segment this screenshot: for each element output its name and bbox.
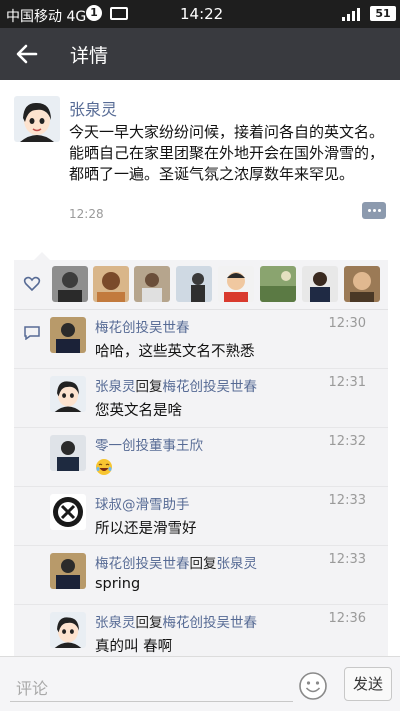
comment-text: spring [95, 576, 141, 592]
comment-item[interactable]: 球叔@滑雪助手 12:33 所以还是滑雪好 [14, 487, 388, 546]
liker-avatar[interactable] [176, 266, 212, 302]
reply-word: 回复 [135, 615, 163, 631]
emoji-button-icon[interactable] [298, 671, 328, 701]
commenter-avatar[interactable] [50, 435, 86, 471]
reply-target[interactable]: 梅花创投吴世春 [163, 615, 258, 631]
reply-word: 回复 [189, 556, 217, 572]
post-author[interactable]: 张泉灵 [69, 96, 117, 120]
carrier-label: 中国移动 4G [6, 9, 87, 25]
comment-time: 12:33 [328, 552, 366, 567]
comment-item[interactable]: 梅花创投吴世春 12:30 哈哈，这些英文名不熟悉 [14, 310, 388, 369]
comment-text: 哈哈，这些英文名不熟悉 [95, 344, 255, 360]
comment-time: 12:36 [328, 611, 366, 626]
comment-author-line: 张泉灵回复梅花创投吴世春 [95, 611, 257, 631]
page-title: 详情 [70, 45, 109, 67]
comment-author[interactable]: 张泉灵 [95, 379, 136, 395]
commenter-avatar[interactable] [50, 612, 86, 648]
more-actions-button[interactable] [362, 202, 386, 219]
comment-author-line: 张泉灵回复梅花创投吴世春 [95, 375, 257, 395]
comment-item[interactable]: 梅花创投吴世春回复张泉灵 12:33 spring [14, 546, 388, 605]
clock: 14:22 [180, 5, 224, 23]
comment-author-line: 梅花创投吴世春回复张泉灵 [95, 552, 257, 572]
likes-row [14, 260, 388, 310]
comment-text: 所以还是滑雪好 [95, 521, 197, 537]
reply-target[interactable]: 张泉灵 [217, 556, 258, 572]
comment-author[interactable]: 球叔@滑雪助手 [95, 497, 190, 513]
liker-avatar[interactable] [302, 266, 338, 302]
comment-text [95, 458, 113, 476]
commenter-avatar[interactable] [50, 494, 86, 530]
title-bar: 详情 [0, 28, 400, 80]
author-avatar[interactable] [14, 96, 60, 142]
post-time: 12:28 [69, 207, 104, 221]
comment-author-line: 零一创投董事王欣 [95, 434, 203, 454]
panel-caret [34, 252, 50, 260]
comment-author-line: 球叔@滑雪助手 [95, 493, 190, 513]
liker-avatar[interactable] [93, 266, 129, 302]
send-button[interactable]: 发送 [344, 667, 392, 701]
comment-input[interactable]: 评论 [10, 667, 293, 702]
signal-icon [342, 8, 360, 21]
comment-author[interactable]: 零一创投董事王欣 [95, 438, 203, 454]
comment-time: 12:33 [328, 493, 366, 508]
liker-avatar[interactable] [260, 266, 296, 302]
comment-author[interactable]: 张泉灵 [95, 615, 136, 631]
heart-icon [23, 276, 41, 292]
laughing-emoji-icon [96, 459, 112, 475]
comment-time: 12:32 [328, 434, 366, 449]
liker-avatar[interactable] [52, 266, 88, 302]
commenter-avatar[interactable] [50, 376, 86, 412]
liker-avatar[interactable] [344, 266, 380, 302]
commenter-avatar[interactable] [50, 553, 86, 589]
mail-icon [110, 7, 128, 20]
reply-word: 回复 [135, 379, 163, 395]
comment-item[interactable]: 零一创投董事王欣 12:32 [14, 428, 388, 487]
comment-text: 真的叫 春啊 [95, 639, 173, 655]
comment-text: 您英文名是啥 [95, 403, 182, 419]
comment-author-line: 梅花创投吴世春 [95, 316, 190, 336]
reply-target[interactable]: 梅花创投吴世春 [163, 379, 258, 395]
comment-item[interactable]: 张泉灵回复梅花创投吴世春 12:31 您英文名是啥 [14, 369, 388, 428]
status-bar: 中国移动 4G 1 14:22 51 [0, 0, 400, 28]
comment-time: 12:31 [328, 375, 366, 390]
liker-avatar[interactable] [218, 266, 254, 302]
liker-avatar[interactable] [134, 266, 170, 302]
comment-author[interactable]: 梅花创投吴世春 [95, 320, 190, 336]
commenter-avatar[interactable] [50, 317, 86, 353]
post-content: 今天一早大家纷纷问候，接着问各自的英文名。能晒自己在家里团聚在外地开会在国外滑雪… [69, 123, 385, 183]
comment-time: 12:30 [328, 316, 366, 331]
notification-badge: 1 [86, 5, 102, 21]
comment-author[interactable]: 梅花创投吴世春 [95, 556, 190, 572]
back-arrow-icon[interactable] [14, 41, 40, 67]
interaction-panel: 梅花创投吴世春 12:30 哈哈，这些英文名不熟悉 张泉灵回复梅花创投吴世春 1… [14, 252, 388, 658]
battery-icon: 51 [370, 6, 396, 21]
comment-compose-bar: 评论 发送 [0, 656, 400, 711]
